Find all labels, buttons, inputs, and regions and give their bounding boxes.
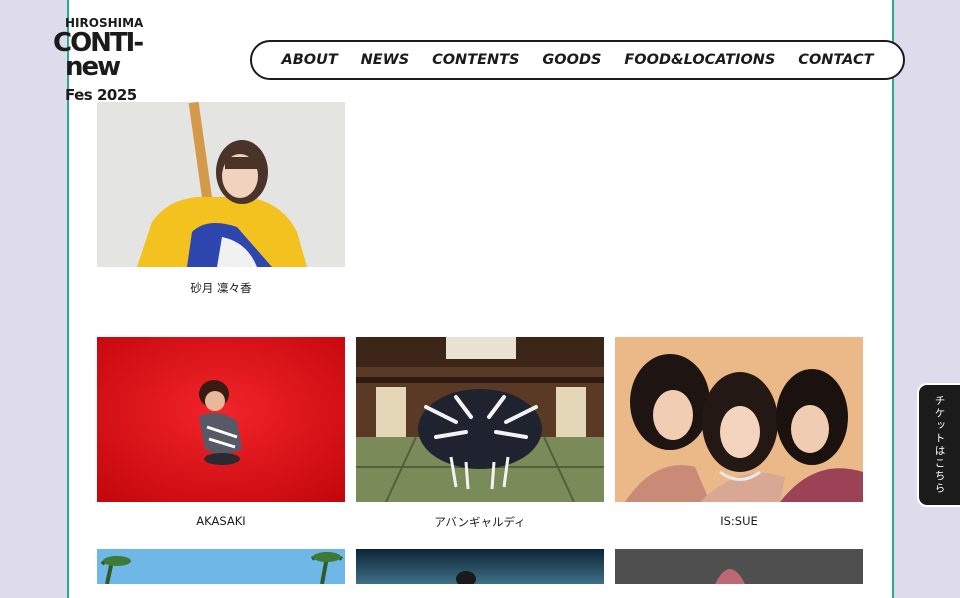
main-navigation: ABOUT NEWS CONTENTS GOODS FOOD&LOCATIONS… <box>250 40 905 80</box>
artist-name[interactable]: 砂月 凜々香 <box>97 280 345 296</box>
artist-photo[interactable] <box>356 337 604 502</box>
artist-card[interactable]: 砂月 凜々香 <box>97 102 345 295</box>
ticket-button[interactable]: チケットはこちら <box>917 383 960 507</box>
nav-contents[interactable]: CONTENTS <box>432 52 519 68</box>
ticket-button-label: チケットはこちら <box>933 395 946 495</box>
artist-card[interactable] <box>615 549 863 584</box>
main-content-panel <box>67 0 894 598</box>
artist-photo[interactable] <box>97 549 345 584</box>
artist-photo[interactable] <box>615 549 863 584</box>
nav-about[interactable]: ABOUT <box>281 52 337 68</box>
artist-card[interactable]: アバンギャルディ <box>356 337 604 529</box>
site-logo[interactable]: HIROSHIMA CONTI- new Fes 2025 <box>53 16 163 106</box>
artist-photo[interactable] <box>97 102 345 267</box>
artist-name[interactable]: IS:SUE <box>615 514 863 528</box>
artist-card[interactable] <box>97 549 345 584</box>
artist-name[interactable]: AKASAKI <box>97 514 345 528</box>
nav-goods[interactable]: GOODS <box>542 52 601 68</box>
artist-card[interactable]: AKASAKI <box>97 337 345 528</box>
artist-name[interactable]: アバンギャルディ <box>356 514 604 530</box>
nav-food-locations[interactable]: FOOD&LOCATIONS <box>624 52 775 68</box>
logo-line-3: new <box>65 52 121 82</box>
nav-news[interactable]: NEWS <box>361 52 409 68</box>
artist-photo[interactable] <box>615 337 863 502</box>
artist-photo[interactable] <box>356 549 604 584</box>
artist-photo[interactable] <box>97 337 345 502</box>
artist-card[interactable] <box>356 549 604 584</box>
nav-contact[interactable]: CONTACT <box>798 52 873 68</box>
artist-card[interactable]: IS:SUE <box>615 337 863 528</box>
